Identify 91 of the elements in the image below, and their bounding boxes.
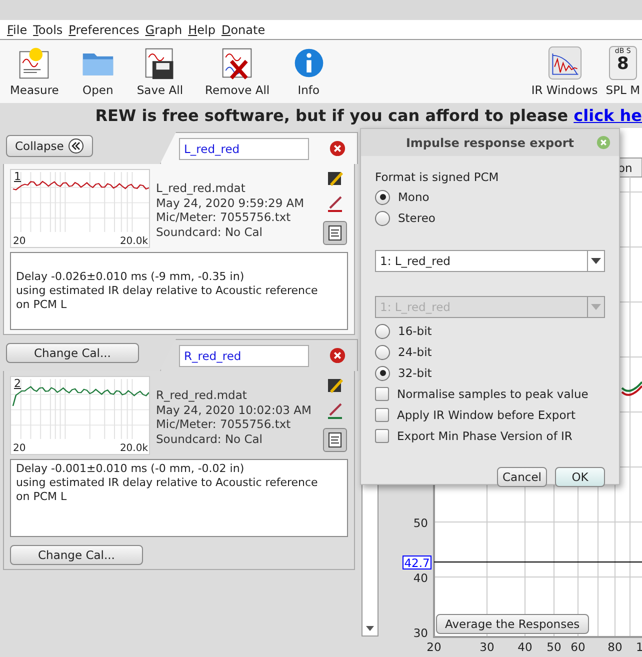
- donate-link[interactable]: click he: [574, 106, 642, 125]
- donation-message: REW is free software, but if you can afford to please click he: [95, 106, 642, 125]
- response-curves-drawing: [621, 381, 642, 396]
- dialog-title: Impulse response export: [406, 136, 574, 150]
- radio-button[interactable]: [375, 324, 390, 338]
- measurement-date: May 24, 2020 9:59:29 AM: [156, 196, 306, 210]
- option-label: Stereo: [398, 211, 436, 225]
- delete-sheet-icon: [220, 46, 254, 80]
- x-tick-label: 1: [636, 640, 642, 654]
- menu-item[interactable]: Graph: [145, 22, 182, 36]
- file-name: R_red_red.mdat: [156, 388, 248, 402]
- option-label: Export Min Phase Version of IR: [397, 429, 572, 443]
- note-line: on PCM L: [16, 490, 68, 504]
- toolbar-button[interactable]: Remove All: [201, 40, 274, 103]
- measurement-number: 1: [14, 170, 21, 183]
- edit-icon[interactable]: [326, 169, 344, 187]
- measurement-tab[interactable]: L_red_red: [160, 132, 358, 164]
- option-label: 16-bit: [398, 324, 432, 338]
- format-label: Format is signed PCM: [375, 170, 500, 184]
- toolbar-button[interactable]: Measure: [6, 40, 63, 103]
- measurement-number: 2: [14, 377, 21, 390]
- x-tick-label: 40: [518, 640, 532, 654]
- axis-label: 20: [13, 236, 26, 247]
- document-icon: [328, 225, 342, 241]
- collapse-button[interactable]: Collapse: [6, 135, 93, 157]
- soundcard-info: Soundcard: No Cal: [156, 432, 264, 446]
- close-icon[interactable]: [329, 347, 346, 364]
- menu-item[interactable]: File: [7, 22, 28, 36]
- change-cal-button[interactable]: Change Cal...: [6, 343, 139, 363]
- x-tick-label: 80: [608, 640, 622, 654]
- measurement-date: May 24, 2020 10:02:03 AM: [156, 402, 312, 417]
- caret-icon: [591, 304, 601, 310]
- measurement-tab[interactable]: R_red_red: [160, 339, 358, 371]
- axis-label: 20.0k: [120, 443, 148, 454]
- dropdown[interactable]: 1: L_red_red: [375, 250, 605, 272]
- radio-button[interactable]: [375, 344, 390, 360]
- axis-label: 20: [13, 443, 26, 454]
- soundcard-info: Soundcard: No Cal: [156, 224, 264, 239]
- radio-button[interactable]: [375, 366, 390, 380]
- option-label: Apply IR Window before Export: [397, 408, 576, 422]
- edit-icon[interactable]: [326, 376, 344, 394]
- double-chevron-icon: [68, 138, 84, 154]
- menu-item[interactable]: Preferences: [68, 22, 140, 36]
- option-label: 24-bit: [398, 345, 432, 359]
- y-tick-label: 50: [413, 516, 428, 530]
- caret-icon: [591, 258, 601, 264]
- close-icon[interactable]: [329, 140, 346, 157]
- y-tick-label: 40: [413, 571, 428, 585]
- document-icon: [328, 432, 342, 448]
- notes-button[interactable]: [323, 428, 347, 452]
- note-line: using estimated IR delay relative to Acoustic reference: [16, 476, 319, 490]
- note-line: Delay -0.001±0.010 ms (-0 mm, -0.02 in): [16, 462, 246, 476]
- checkbox[interactable]: [375, 429, 389, 443]
- measurement-sheet-icon: [17, 46, 52, 80]
- toolbar-button[interactable]: Info: [288, 40, 330, 103]
- change-cal-button[interactable]: Change Cal...: [10, 545, 143, 565]
- option-label: Mono: [398, 190, 430, 204]
- menu-item[interactable]: Help: [188, 22, 216, 36]
- dialog-button[interactable]: OK: [555, 467, 605, 487]
- checkbox[interactable]: [375, 387, 389, 401]
- mic-info: Mic/Meter: 7055756.txt: [156, 210, 292, 224]
- name-field[interactable]: L_red_red: [179, 138, 309, 160]
- x-tick-label: 20: [426, 640, 442, 654]
- x-tick-label: 50: [546, 640, 562, 654]
- toolbar-button[interactable]: Save All: [132, 40, 188, 103]
- average-button[interactable]: Average the Responses: [436, 614, 589, 634]
- menu-item[interactable]: Tools: [33, 22, 63, 36]
- x-tick-label: 60: [570, 640, 586, 654]
- note-line: Delay -0.026±0.010 ms (-9 mm, -0.35 in): [16, 270, 246, 284]
- x-tick-label: 30: [480, 640, 494, 654]
- name-field[interactable]: R_red_red: [179, 344, 309, 366]
- mic-info: Mic/Meter: 7055756.txt: [156, 417, 292, 432]
- notes-button[interactable]: [323, 221, 347, 245]
- option-label: 32-bit: [398, 366, 432, 380]
- toolbar-button[interactable]: Open: [76, 40, 119, 103]
- axis-label: 20.0k: [120, 236, 148, 247]
- y-tick-label: 30: [413, 626, 428, 640]
- note-line: on PCM L: [16, 298, 68, 312]
- radio-button[interactable]: [375, 210, 390, 226]
- menu-item[interactable]: Donate: [221, 22, 266, 36]
- pen-icon[interactable]: [326, 195, 344, 213]
- waveform-icon: [548, 46, 582, 80]
- file-name: L_red_red.mdat: [156, 181, 246, 196]
- pen-icon[interactable]: [326, 402, 344, 420]
- option-label: Normalise samples to peak value: [397, 387, 588, 401]
- dialog-button[interactable]: Cancel: [497, 467, 547, 487]
- note-line: using estimated IR delay relative to Acoustic reference: [16, 284, 319, 298]
- toolbar-button[interactable]: IR Windows: [529, 40, 600, 103]
- radio-button[interactable]: [375, 190, 390, 204]
- cursor-value: 42.7: [402, 556, 432, 570]
- checkbox[interactable]: [375, 408, 389, 422]
